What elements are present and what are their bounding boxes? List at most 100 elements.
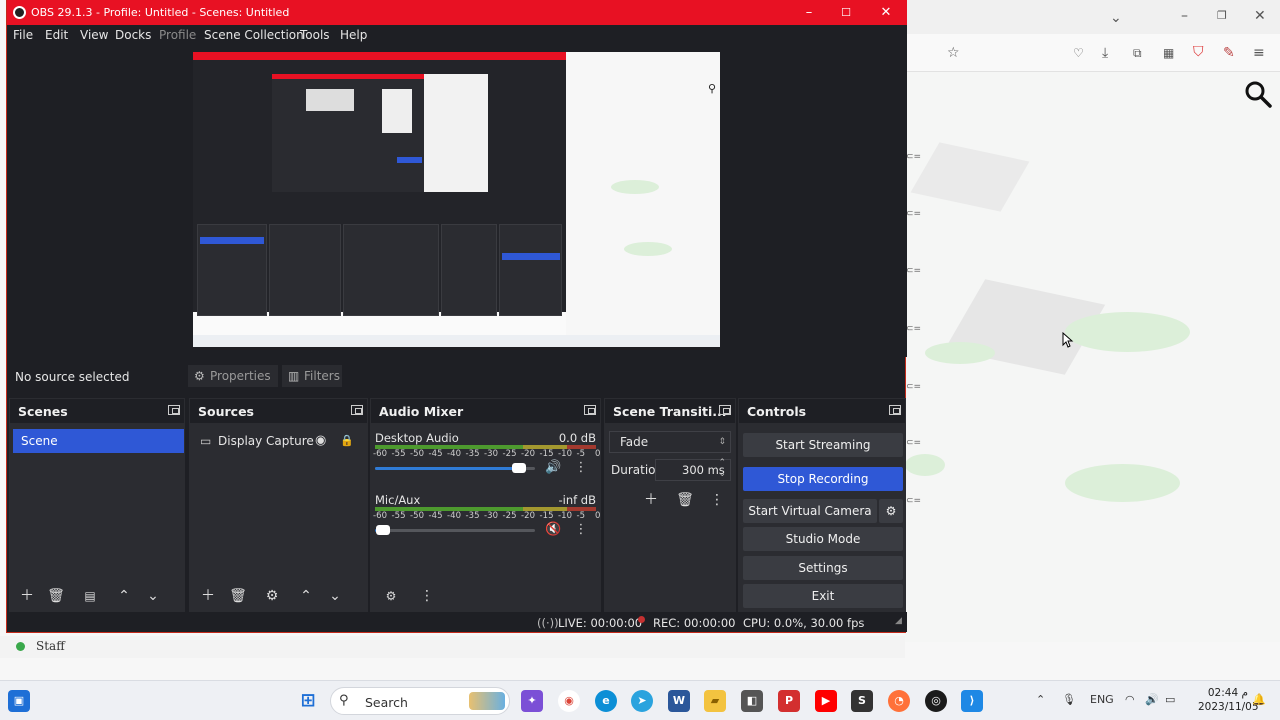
add-scene-button[interactable]: ＋ xyxy=(17,587,37,605)
maximize-button[interactable]: ☐ xyxy=(828,3,864,23)
language-indicator[interactable]: ENG xyxy=(1090,693,1114,706)
telegram-icon[interactable]: ➤ xyxy=(631,690,653,712)
pdf-icon[interactable]: P xyxy=(778,690,800,712)
menu-docks[interactable]: Docks xyxy=(115,28,151,42)
star-icon[interactable]: ☆ xyxy=(947,45,960,61)
download-icon[interactable]: ⤓ xyxy=(1102,45,1108,61)
volume-icon[interactable]: 🔊 xyxy=(1145,693,1159,706)
remove-scene-button[interactable]: 🗑 xyxy=(46,587,66,605)
app-icon[interactable]: ◧ xyxy=(741,690,763,712)
menu-scene-collection[interactable]: Scene Collection xyxy=(204,28,304,42)
volume-slider-knob[interactable] xyxy=(376,525,390,535)
pocket-icon[interactable]: ♡ xyxy=(1073,45,1084,61)
menu-icon[interactable]: ≡ xyxy=(1253,45,1265,61)
menu-file[interactable]: File xyxy=(13,28,33,42)
microphone-icon[interactable]: 🎙 xyxy=(1062,693,1076,706)
float-icon[interactable] xyxy=(719,405,731,415)
add-source-button[interactable]: ＋ xyxy=(198,587,218,605)
mixer-menu-button[interactable]: ⋮ xyxy=(417,587,437,605)
move-up-button[interactable]: ⌃ xyxy=(296,587,316,605)
clock[interactable]: 02:44 م 2023/11/05 xyxy=(1198,686,1259,714)
pen-icon[interactable]: ✎ xyxy=(1223,45,1235,61)
stop-recording-button[interactable]: Stop Recording xyxy=(743,467,903,491)
transition-select[interactable]: Fade ⇕ xyxy=(609,431,731,453)
chevron-down-icon[interactable]: ⌄ xyxy=(1110,10,1122,26)
tray-chevron-icon[interactable]: ⌃ xyxy=(1036,693,1045,706)
spinner-icon[interactable]: ⌃ ⌄ xyxy=(718,458,726,480)
start-virtual-camera-button[interactable]: Start Virtual Camera xyxy=(743,499,877,523)
more-options-icon[interactable]: ⋮ xyxy=(573,461,589,475)
edge-icon[interactable]: e xyxy=(595,690,617,712)
vscode-icon[interactable]: ⟩ xyxy=(961,690,983,712)
menu-tools[interactable]: Tools xyxy=(300,28,330,42)
preview-screen[interactable]: ⚲ xyxy=(193,52,720,347)
extensions-icon[interactable]: ⧉ xyxy=(1133,45,1142,61)
filters-button[interactable]: ▥ Filters xyxy=(282,365,342,387)
minimize-icon[interactable]: – xyxy=(1181,8,1188,24)
remove-transition-button[interactable]: 🗑 xyxy=(675,491,695,509)
container-icon[interactable]: ▦ xyxy=(1163,45,1174,61)
wifi-icon[interactable]: ◠ xyxy=(1125,693,1135,706)
source-item[interactable]: ▭ Display Capture ◉ 🔒 xyxy=(190,429,367,453)
file-explorer-icon[interactable]: ▰ xyxy=(704,690,726,712)
transition-menu-button[interactable]: ⋮ xyxy=(707,491,727,509)
word-icon[interactable]: W xyxy=(668,690,690,712)
add-transition-button[interactable]: ＋ xyxy=(641,491,661,509)
studio-mode-button[interactable]: Studio Mode xyxy=(743,527,903,551)
exit-button[interactable]: Exit xyxy=(743,584,903,608)
start-icon[interactable]: ⊞ xyxy=(297,690,319,712)
battery-icon[interactable]: ▭ xyxy=(1165,693,1175,706)
youtube-icon[interactable]: ▶ xyxy=(815,690,837,712)
search-icon[interactable] xyxy=(1244,80,1272,108)
menu-profile[interactable]: Profile xyxy=(159,28,196,42)
menu-edit[interactable]: Edit xyxy=(45,28,68,42)
lock-icon[interactable]: 🔒 xyxy=(340,429,354,453)
map-view[interactable] xyxy=(905,72,1280,642)
float-icon[interactable] xyxy=(168,405,180,415)
close-button[interactable]: ✕ xyxy=(868,3,904,23)
advanced-audio-button[interactable]: ⚙ xyxy=(381,587,401,605)
properties-button[interactable]: ⚙ Properties xyxy=(188,365,278,387)
move-up-button[interactable]: ⌃ xyxy=(114,587,134,605)
menu-view[interactable]: View xyxy=(80,28,108,42)
scene-item[interactable]: Scene xyxy=(13,429,184,453)
chrome-icon[interactable]: ◉ xyxy=(558,690,580,712)
float-icon[interactable] xyxy=(889,405,901,415)
source-settings-button[interactable]: ⚙ xyxy=(262,587,282,605)
scene-filters-button[interactable]: ▤ xyxy=(80,587,100,605)
side-marker-icon: ⊂= xyxy=(906,324,922,334)
speaker-icon[interactable]: 🔊 xyxy=(545,461,561,475)
move-down-button[interactable]: ⌄ xyxy=(143,587,163,605)
close-icon[interactable]: ✕ xyxy=(1254,8,1266,24)
move-down-button[interactable]: ⌄ xyxy=(325,587,345,605)
restore-icon[interactable]: ❐ xyxy=(1217,8,1227,24)
minimize-button[interactable]: – xyxy=(791,3,827,23)
float-icon[interactable] xyxy=(351,405,363,415)
eye-icon[interactable]: ◉ xyxy=(315,429,326,453)
obs-icon[interactable]: ◎ xyxy=(925,690,947,712)
start-streaming-button[interactable]: Start Streaming xyxy=(743,433,903,457)
duration-input[interactable]: 300 ms ⌃ ⌄ xyxy=(655,458,731,481)
staff-row[interactable]: Staff xyxy=(0,636,905,658)
volume-slider[interactable] xyxy=(375,525,535,535)
shield-icon[interactable]: ⛉ xyxy=(1193,44,1204,60)
tick-label: -10 xyxy=(558,449,573,459)
volume-slider[interactable] xyxy=(375,463,535,473)
gear-icon: ⚙ xyxy=(194,369,205,383)
virtual-camera-settings-button[interactable]: ⚙ xyxy=(879,499,903,523)
float-icon[interactable] xyxy=(584,405,596,415)
steam-icon[interactable]: S xyxy=(851,690,873,712)
remove-source-button[interactable]: 🗑 xyxy=(228,587,248,605)
taskbar-search[interactable]: ⚲ Search xyxy=(330,687,510,715)
speaker-muted-icon[interactable]: 🔇 xyxy=(545,523,561,537)
more-options-icon[interactable]: ⋮ xyxy=(573,523,589,537)
preview-area[interactable]: ⚲ xyxy=(7,47,907,357)
desktop-app-icon[interactable]: ▣ xyxy=(8,690,30,712)
resize-grip-icon[interactable]: ◢ xyxy=(895,616,902,626)
volume-slider-knob[interactable] xyxy=(512,463,526,473)
notification-icon[interactable]: 🔔 xyxy=(1252,693,1266,706)
settings-button[interactable]: Settings xyxy=(743,556,903,580)
menu-help[interactable]: Help xyxy=(340,28,367,42)
firefox-icon[interactable]: ◔ xyxy=(888,690,910,712)
copilot-app-icon[interactable]: ✦ xyxy=(521,690,543,712)
